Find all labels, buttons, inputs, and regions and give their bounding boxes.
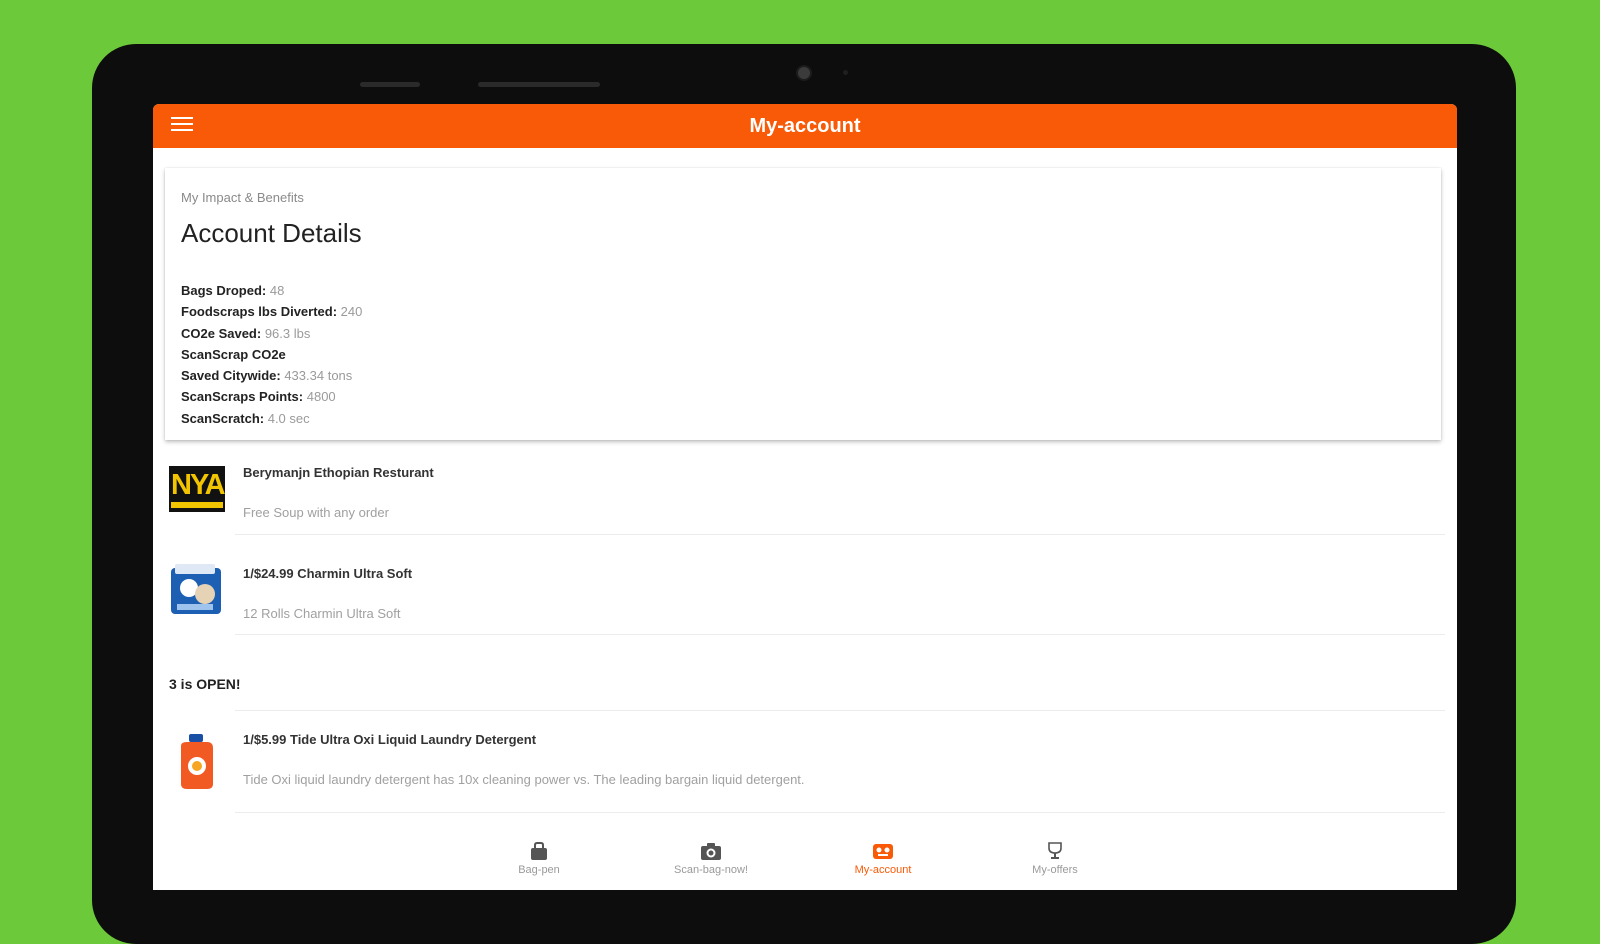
offer-subtitle: Tide Oxi liquid laundry detergent has 10…	[243, 772, 805, 787]
volume-button	[360, 82, 420, 87]
offer-subtitle: 12 Rolls Charmin Ultra Soft	[243, 606, 401, 621]
nav-my-offers[interactable]: My-offers	[995, 840, 1115, 876]
card-title: Account Details	[181, 218, 362, 248]
stat-saved-citywide: Saved Citywide: 433.34 tons	[181, 368, 353, 384]
stat-scanscraps-points: ScanScraps Points: 4800	[181, 389, 336, 405]
product-image	[169, 562, 225, 618]
stats-list: Bags Droped: 48 Foodscraps lbs Diverted:…	[181, 280, 362, 429]
light-sensor	[843, 70, 848, 75]
section-header: 3 is OPEN!	[169, 676, 241, 692]
stat-foodscraps-diverted: Foodscraps lbs Diverted: 240	[181, 304, 363, 320]
app-screen: My-account My Impact & Benefits Account …	[153, 104, 1457, 890]
power-button	[478, 82, 600, 87]
offer-title: 1/$24.99 Charmin Ultra Soft	[243, 566, 413, 581]
restaurant-logo: NYA	[169, 466, 226, 512]
bottom-navigation: Bag-pen Scan-bag-now! My-account My-offe…	[153, 832, 1457, 890]
stat-scanscrap-co2e: ScanScrap CO2e	[181, 346, 286, 362]
card-overline: My Impact & Benefits	[181, 190, 304, 205]
front-camera	[796, 65, 812, 81]
account-details-card: My Impact & Benefits Account Details Bag…	[165, 168, 1441, 440]
stat-scanscratch: ScanScratch: 4.0 sec	[181, 410, 310, 426]
nav-bag-pen[interactable]: Bag-pen	[479, 840, 599, 876]
stat-co2e-saved: CO2e Saved: 96.3 lbs	[181, 325, 311, 341]
offer-item[interactable]: NYA Berymanjn Ethopian Resturant Free So…	[153, 458, 1457, 538]
app-bar: My-account	[153, 104, 1457, 148]
nav-scan-bag-now[interactable]: Scan-bag-now!	[651, 840, 771, 876]
offer-subtitle: Free Soup with any order	[243, 505, 389, 520]
product-image	[169, 734, 225, 790]
bag-icon	[531, 842, 547, 860]
nav-my-account[interactable]: My-account	[823, 840, 943, 876]
offer-item[interactable]: 1/$5.99 Tide Ultra Oxi Liquid Laundry De…	[153, 726, 1457, 806]
offer-title: Berymanjn Ethopian Resturant	[243, 465, 434, 480]
divider	[235, 710, 1445, 711]
divider	[235, 634, 1445, 635]
stat-bags-dropped: Bags Droped: 48	[181, 283, 285, 298]
camera-icon	[701, 843, 721, 860]
page-title: My-account	[749, 115, 861, 137]
account-icon	[873, 844, 893, 859]
divider	[235, 812, 1445, 813]
offer-item[interactable]: 1/$24.99 Charmin Ultra Soft 12 Rolls Cha…	[153, 558, 1457, 638]
trophy-icon	[1048, 842, 1062, 859]
offer-title: 1/$5.99 Tide Ultra Oxi Liquid Laundry De…	[243, 732, 537, 747]
divider	[235, 534, 1445, 535]
